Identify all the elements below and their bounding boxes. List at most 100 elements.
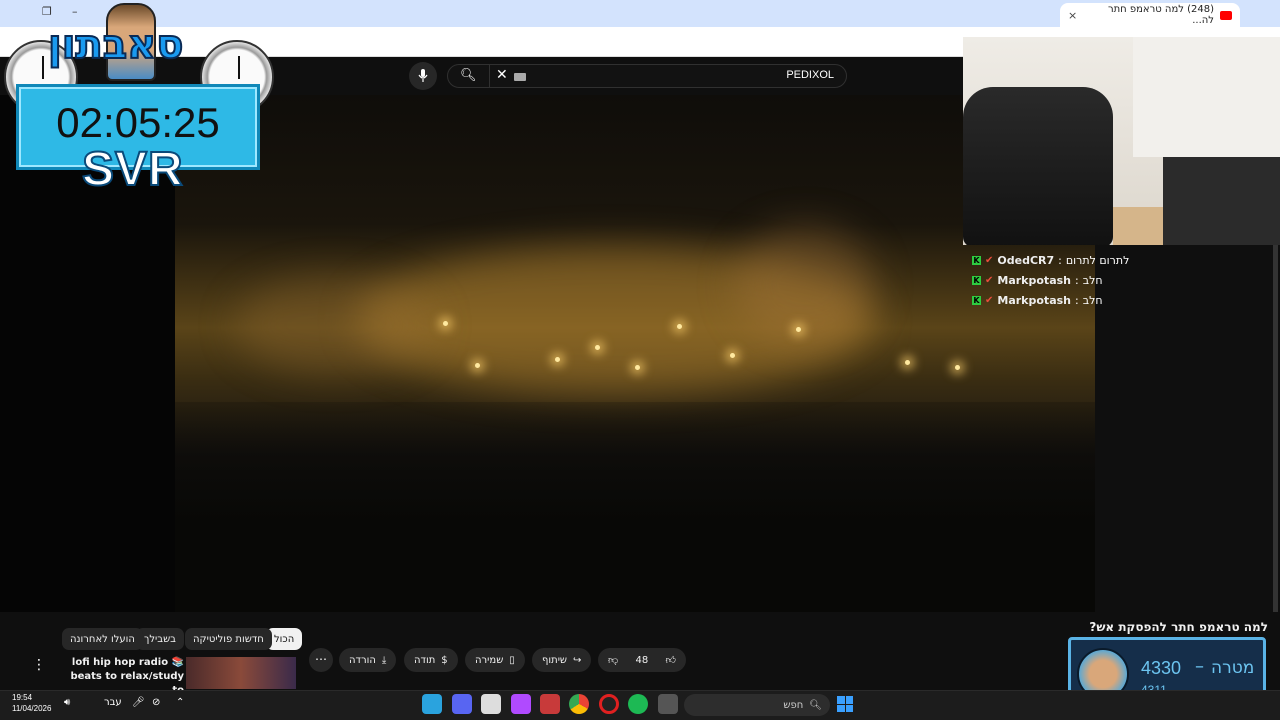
tab-close-icon[interactable]: × (1068, 9, 1077, 22)
taskbar-date: 11/04/2026 (12, 704, 52, 713)
checkmark-icon: ✔ (985, 294, 994, 306)
mic-tray-icon[interactable]: 🎤︎ (132, 697, 145, 708)
verified-badge-icon: K (972, 295, 981, 305)
app-icon[interactable] (481, 694, 501, 714)
chat-text: חלב (1082, 293, 1103, 307)
taskbar-search-placeholder: חפש (783, 699, 804, 711)
facility-light (475, 363, 480, 368)
verified-badge-icon: K (972, 275, 981, 285)
chat-username: Markpotash (997, 273, 1071, 287)
taskbar-clock[interactable]: 19:54 11/04/2026 (12, 692, 51, 714)
streaming-app-icon[interactable] (511, 694, 531, 714)
share-button[interactable]: ↪ שיתוף (532, 648, 592, 672)
goal-target: 4330 (1141, 658, 1182, 678)
chat-separator: : (1075, 273, 1079, 287)
chat-separator: : (1075, 293, 1079, 307)
chat-message: K ✔ Markpotash : חלב (972, 290, 1272, 310)
webcam-wall (1133, 37, 1280, 157)
chat-username: OdedCR7 (997, 253, 1055, 267)
sidebar-video-thumbnail[interactable] (186, 657, 296, 689)
facility-light (955, 365, 960, 370)
goal-label: מטרה (1211, 658, 1255, 678)
keyboard-icon[interactable] (514, 73, 526, 81)
more-actions-button[interactable]: ⋯ (309, 648, 333, 672)
chat-username: Markpotash (997, 293, 1071, 307)
network-icon[interactable]: ⊘ (152, 697, 160, 708)
tray-chevron-icon[interactable]: ⌃ (176, 697, 184, 708)
verified-badge-icon: K (972, 255, 981, 265)
microphone-icon (418, 69, 428, 82)
taskbar-time: 19:54 (12, 693, 33, 702)
smoke-glow (235, 275, 435, 375)
share-icon: ↪ (573, 654, 582, 666)
chip-for-you[interactable]: בשבילך (136, 628, 184, 650)
chat-text: חלב (1082, 273, 1103, 287)
facility-light (635, 365, 640, 370)
chat-text: לתרום לתרום (1065, 253, 1130, 267)
chat-message: K ✔ Markpotash : חלב (972, 270, 1272, 290)
thanks-icon: $ (441, 654, 448, 666)
clear-search-icon[interactable]: ✕ (496, 67, 508, 83)
facility-light (796, 327, 801, 332)
countdown-timer: 02:05:25 (56, 99, 220, 146)
discord-icon[interactable] (452, 694, 472, 714)
chat-overlay: K ✔ OdedCR7 : לתרום לתרום K ✔ Markpotash… (972, 250, 1272, 310)
obs-icon[interactable] (599, 694, 619, 714)
page-scrollbar[interactable] (1273, 245, 1278, 615)
chat-message: K ✔ OdedCR7 : לתרום לתרום (972, 250, 1272, 270)
facility-light (595, 345, 600, 350)
file-explorer-icon[interactable] (658, 694, 678, 714)
chip-politics-news[interactable]: חדשות פוליטיקה (185, 628, 272, 650)
search-icon[interactable]: 🔍︎ (460, 68, 477, 83)
youtube-icon (1220, 10, 1232, 20)
spotify-icon[interactable] (628, 694, 648, 714)
kebab-menu-icon[interactable]: ⋮ (32, 657, 46, 673)
taskbar-search[interactable]: 🔍︎ חפש (684, 694, 830, 716)
like-icon[interactable]: 👍︎ (666, 654, 676, 666)
download-icon: ⤓ (381, 654, 387, 666)
download-label: הורדה (349, 654, 376, 666)
goal-dash: – (1195, 656, 1204, 677)
forest-silhouette (175, 402, 1095, 612)
search-bar[interactable]: 🔍︎ ✕ PEDIXOL (447, 64, 847, 88)
webcam-feed (963, 37, 1280, 245)
taskbar-search-icon: 🔍︎ (809, 699, 822, 711)
chrome-icon[interactable] (569, 694, 589, 714)
thanks-label: תודה (414, 654, 436, 666)
pen-app-icon[interactable] (540, 694, 560, 714)
webcam-chair (963, 87, 1113, 245)
tab-title: (248) למה טראמפ חתר לה... (1107, 4, 1214, 26)
subathon-logo: סאבתון (47, 21, 184, 69)
video-title: למה טראמפ חתר להפסקת אש? (1089, 620, 1268, 634)
search-divider (489, 65, 490, 87)
webcam-desk (1163, 157, 1280, 245)
dislike-icon[interactable]: 👎︎ (608, 654, 618, 666)
voice-search-button[interactable] (409, 62, 437, 90)
thanks-button[interactable]: $ תודה (404, 648, 458, 672)
facility-light (555, 357, 560, 362)
browser-tab-strip: ❐ – + (248) למה טראמפ חתר לה... × (0, 0, 1280, 27)
search-input[interactable]: PEDIXOL (786, 69, 834, 81)
volume-icon[interactable]: 🔊︎ (64, 697, 70, 708)
browser-tab[interactable]: (248) למה טראמפ חתר לה... × (1060, 3, 1240, 27)
like-dislike-group[interactable]: 👎︎ 48 👍︎ (598, 648, 686, 672)
share-label: שיתוף (542, 654, 568, 666)
save-button[interactable]: ▯ שמירה (465, 648, 525, 672)
windows-start-icon[interactable] (837, 696, 853, 712)
bookmark-icon: ▯ (509, 654, 515, 666)
restore-icon[interactable]: ❐ (42, 5, 52, 18)
like-count: 48 (635, 654, 649, 666)
facility-light (443, 321, 448, 326)
chip-recently-uploaded[interactable]: הועלו לאחרונה (62, 628, 143, 650)
minimize-icon[interactable]: – (72, 5, 78, 18)
timer-label: SVR (81, 142, 184, 197)
download-button[interactable]: ⤓ הורדה (339, 648, 397, 672)
screen: ❐ – + (248) למה טראמפ חתר לה... × 🔍︎ ✕ P… (0, 0, 1280, 720)
video-frame[interactable] (175, 95, 1095, 612)
save-label: שמירה (475, 654, 504, 666)
webcam-floor (1113, 207, 1163, 245)
facility-light (730, 353, 735, 358)
checkmark-icon: ✔ (985, 254, 994, 266)
telegram-icon[interactable] (422, 694, 442, 714)
language-indicator[interactable]: עבר (104, 697, 122, 708)
